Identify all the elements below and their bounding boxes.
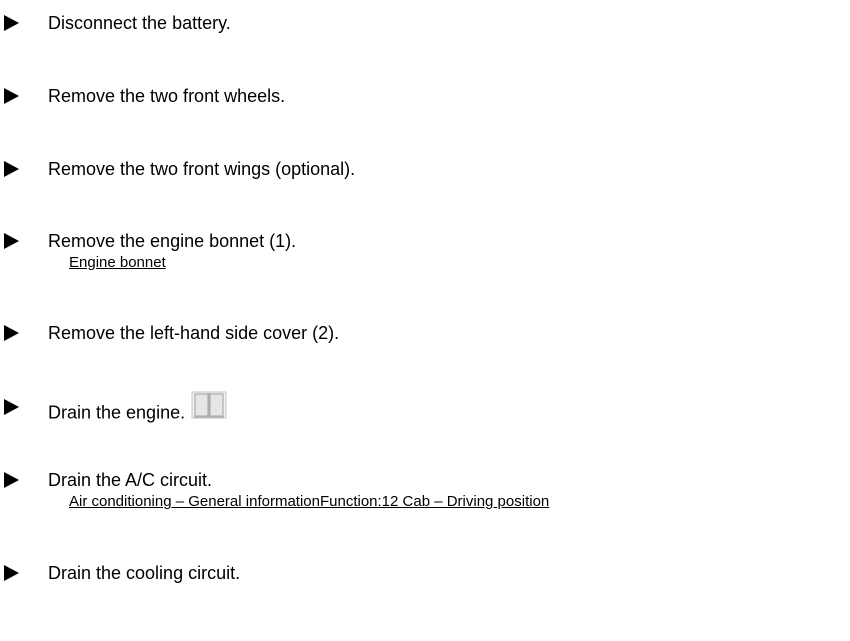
triangle-bullet-icon (2, 12, 20, 34)
step-text: Disconnect the battery. (48, 13, 231, 33)
manual-book-icon[interactable] (191, 390, 227, 425)
step-text: Remove the engine bonnet (1). (48, 231, 297, 251)
triangle-bullet-icon (2, 85, 20, 107)
triangle-bullet-icon (2, 158, 20, 180)
step-text: Remove the two front wings (optional). (48, 159, 356, 179)
step-text: Drain the engine. (48, 402, 186, 423)
triangle-bullet-icon (2, 469, 20, 491)
triangle-bullet-icon (2, 396, 20, 418)
triangle-bullet-icon (2, 322, 20, 344)
step-text: Drain the A/C circuit. (48, 470, 213, 490)
air-conditioning-link[interactable]: Air conditioning – General informationFu… (69, 493, 549, 511)
triangle-bullet-icon (2, 230, 20, 252)
triangle-bullet-icon (2, 562, 20, 584)
step-text: Remove the two front wheels. (48, 86, 286, 106)
step-text: Drain the cooling circuit. (48, 563, 241, 583)
step-text-line: Drain the engine. (48, 391, 227, 431)
engine-bonnet-link[interactable]: Engine bonnet (69, 254, 166, 272)
step-text: Remove the left-hand side cover (2). (48, 323, 340, 343)
